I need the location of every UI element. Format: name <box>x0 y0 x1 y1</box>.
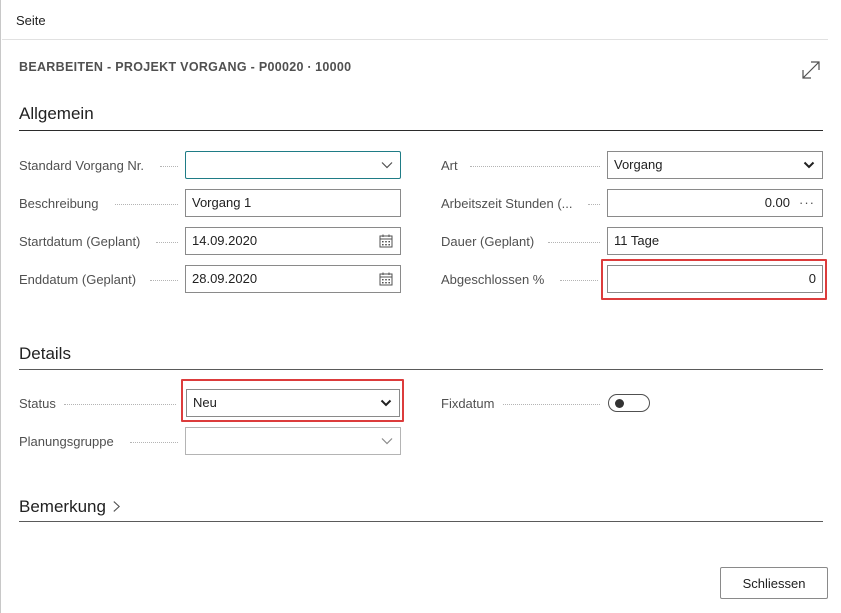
more-icon[interactable]: ··· <box>799 190 815 216</box>
leader-dots <box>588 204 600 205</box>
section-title-general: Allgemein <box>19 104 94 123</box>
calendar-icon[interactable] <box>379 234 393 248</box>
section-divider-details <box>19 369 823 370</box>
end-date-value: 28.09.2020 <box>192 271 258 286</box>
completed-percent-value: 0 <box>808 271 816 286</box>
toggle-knob <box>615 398 624 408</box>
left-border <box>0 0 1 613</box>
leader-dots <box>470 166 600 167</box>
planning-group-label: Planungsgruppe <box>19 434 114 449</box>
fixed-date-toggle[interactable] <box>608 394 650 412</box>
standard-task-no-label: Standard Vorgang Nr. <box>19 158 145 173</box>
duration-input[interactable]: 11 Tage <box>607 227 823 255</box>
planning-group-input[interactable] <box>185 427 401 455</box>
chevron-down-icon[interactable] <box>803 159 815 171</box>
leader-dots <box>115 204 178 205</box>
chevron-down-icon[interactable] <box>381 435 393 447</box>
leader-dots <box>560 280 598 281</box>
description-value: Vorgang 1 <box>192 195 252 210</box>
description-label: Beschreibung <box>19 196 99 211</box>
chevron-down-icon[interactable] <box>381 159 393 171</box>
start-date-label: Startdatum (Geplant) <box>19 234 141 249</box>
page-header: Seite <box>2 0 828 40</box>
description-input[interactable]: Vorgang 1 <box>185 189 401 217</box>
page-header-label: Seite <box>16 13 46 28</box>
section-title-details: Details <box>19 344 71 363</box>
leader-dots <box>130 442 178 443</box>
end-date-input[interactable]: 28.09.2020 <box>185 265 401 293</box>
section-title-remarks[interactable]: Bemerkung <box>19 497 121 517</box>
close-button[interactable]: Schliessen <box>720 567 828 599</box>
duration-value: 11 Tage <box>614 233 660 248</box>
work-hours-value: 0.00 <box>764 195 790 210</box>
type-label: Art <box>441 158 458 173</box>
status-value: Neu <box>193 395 217 410</box>
end-date-label: Enddatum (Geplant) <box>19 272 137 287</box>
status-select[interactable]: Neu <box>186 389 400 417</box>
status-label: Status <box>19 396 56 411</box>
dialog-title: BEARBEITEN - PROJEKT VORGANG - P00020 ∙ … <box>19 60 352 74</box>
start-date-value: 14.09.2020 <box>192 233 258 248</box>
section-divider-general <box>19 130 823 131</box>
standard-task-no-input[interactable] <box>185 151 401 179</box>
work-hours-label: Arbeitszeit Stunden (... <box>441 196 573 211</box>
leader-dots <box>150 280 178 281</box>
leader-dots <box>64 404 176 405</box>
completed-percent-input[interactable]: 0 <box>607 265 823 293</box>
leader-dots <box>503 404 600 405</box>
start-date-input[interactable]: 14.09.2020 <box>185 227 401 255</box>
completed-percent-label: Abgeschlossen % <box>441 272 545 287</box>
work-hours-input[interactable]: 0.00 ··· <box>607 189 823 217</box>
leader-dots <box>160 166 178 167</box>
section-divider-remarks <box>19 521 823 522</box>
fixed-date-label: Fixdatum <box>441 396 495 411</box>
type-value: Vorgang <box>614 157 663 172</box>
leader-dots <box>548 242 600 243</box>
duration-label: Dauer (Geplant) <box>441 234 535 249</box>
section-title-remarks-label: Bemerkung <box>19 497 106 516</box>
chevron-right-icon <box>113 501 120 512</box>
type-select[interactable]: Vorgang <box>607 151 823 179</box>
calendar-icon[interactable] <box>379 272 393 286</box>
chevron-down-icon[interactable] <box>380 397 392 409</box>
leader-dots <box>156 242 178 243</box>
expand-icon[interactable] <box>798 57 824 83</box>
